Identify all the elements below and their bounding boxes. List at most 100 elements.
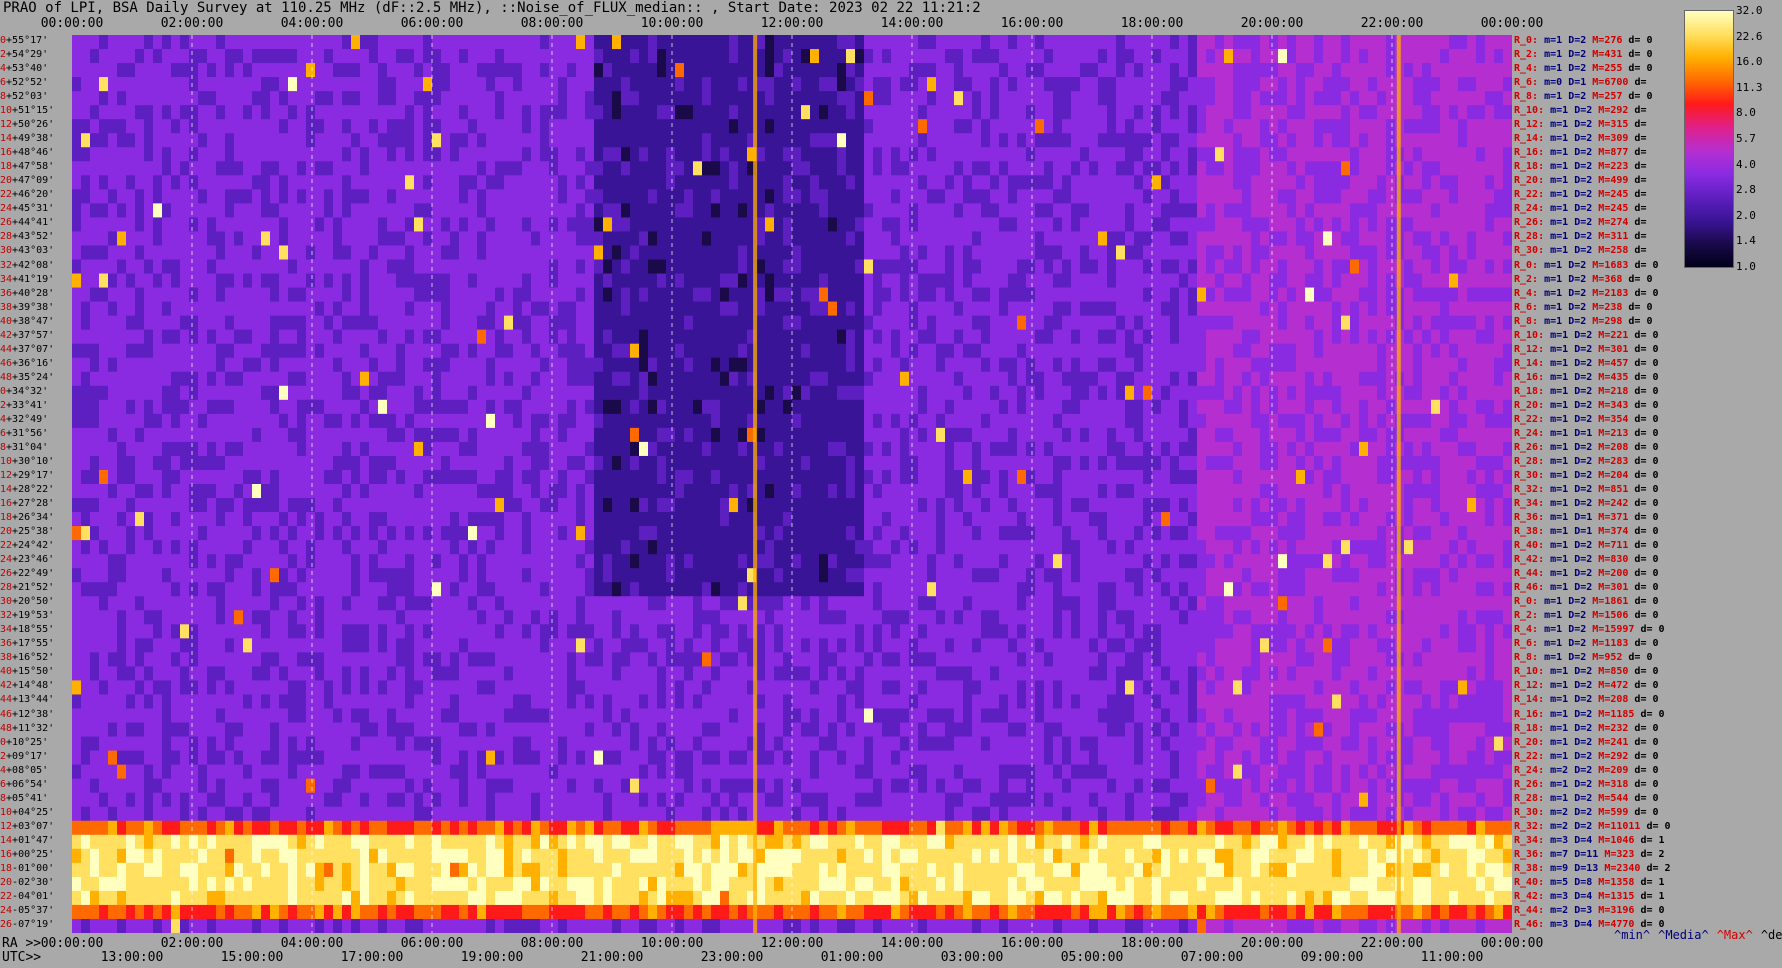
heatmap-cell [1026, 287, 1036, 303]
heatmap-cell [1170, 189, 1180, 204]
heatmap-cell [567, 343, 577, 359]
heatmap-cell [504, 77, 514, 92]
heatmap-cell [1287, 189, 1297, 204]
heatmap-cell [1314, 301, 1324, 317]
heatmap-cell [261, 273, 271, 289]
heatmap-cell [1485, 427, 1495, 443]
heatmap-cell [1260, 273, 1270, 289]
heatmap-cell [117, 217, 127, 232]
heatmap-cell [504, 119, 514, 134]
heatmap-cell [1440, 217, 1450, 232]
heatmap-cell [171, 77, 181, 92]
heatmap-cell [1449, 231, 1459, 246]
heatmap-cell [90, 217, 100, 232]
heatmap-cell [1485, 329, 1495, 345]
heatmap-cell [342, 63, 352, 78]
heatmap-cell [99, 161, 109, 176]
heatmap-cell [1377, 343, 1387, 359]
heatmap-cell [810, 161, 820, 176]
heatmap-cell [351, 231, 361, 246]
heatmap-cell [486, 371, 496, 387]
heatmap-cell [630, 49, 640, 64]
heatmap-cell [891, 133, 901, 148]
heatmap-cell [414, 329, 424, 345]
heatmap-cell [666, 217, 676, 232]
heatmap-cell [1224, 343, 1234, 359]
heatmap-cell [648, 49, 658, 64]
heatmap-cell [594, 343, 604, 359]
heatmap-cell [711, 441, 721, 457]
heatmap-cell [234, 427, 244, 443]
heatmap-cell [441, 399, 451, 415]
heatmap-cell [729, 105, 739, 120]
heatmap-cell [972, 147, 982, 162]
heatmap-cell [513, 427, 523, 443]
heatmap-cell [1314, 357, 1324, 373]
heatmap-cell [477, 371, 487, 387]
heatmap-cell [198, 301, 208, 317]
declination-label: 24+45°31' [0, 203, 55, 215]
heatmap-cell [1503, 91, 1512, 106]
heatmap-cell [918, 189, 928, 204]
heatmap-cell [576, 63, 586, 78]
heatmap-cell [1035, 203, 1045, 218]
heatmap-cell [324, 175, 334, 190]
heatmap-cell [243, 231, 253, 246]
heatmap-cell [1206, 63, 1216, 78]
heatmap-cell [1116, 399, 1126, 415]
heatmap-cell [1035, 217, 1045, 232]
heatmap-cell [396, 217, 406, 232]
heatmap-cell [846, 343, 856, 359]
heatmap-cell [522, 427, 532, 443]
heatmap-cell [567, 441, 577, 457]
heatmap-cell [1170, 343, 1180, 359]
heatmap-cell [90, 329, 100, 345]
heatmap-cell [351, 343, 361, 359]
heatmap-cell [360, 371, 370, 387]
heatmap-cell [927, 49, 937, 64]
heatmap-cell [1467, 231, 1477, 246]
heatmap-cell [1044, 343, 1054, 359]
heatmap-cell [648, 259, 658, 275]
heatmap-cell [846, 427, 856, 443]
heatmap-cell [567, 105, 577, 120]
heatmap-cell [216, 357, 226, 373]
heatmap-cell [1125, 119, 1135, 134]
heatmap-cell [1404, 133, 1414, 148]
heatmap-cell [324, 49, 334, 64]
heatmap-cell [504, 329, 514, 345]
heatmap-cell [1494, 77, 1504, 92]
heatmap-cell [450, 105, 460, 120]
heatmap-cell [801, 315, 811, 331]
heatmap-cell [603, 147, 613, 162]
declination-label: 40+15°50' [0, 666, 55, 678]
heatmap-cell [261, 217, 271, 232]
heatmap-cell [468, 147, 478, 162]
heatmap-cell [1188, 245, 1198, 260]
heatmap-cell [828, 427, 838, 443]
ra-axis-tick-label: 20:00:00 [1240, 936, 1304, 951]
heatmap-cell [1044, 175, 1054, 190]
heatmap-cell [1071, 147, 1081, 162]
heatmap-cell [1116, 133, 1126, 148]
heatmap-cell [198, 63, 208, 78]
heatmap-cell [963, 399, 973, 415]
heatmap-cell [792, 259, 802, 275]
heatmap-cell [1143, 35, 1153, 50]
heatmap-cell [1359, 133, 1369, 148]
heatmap-cell [216, 427, 226, 443]
heatmap-cell [1224, 119, 1234, 134]
heatmap-cell [612, 343, 622, 359]
heatmap-cell [1494, 203, 1504, 218]
heatmap-cell [1125, 287, 1135, 303]
heatmap-cell [630, 161, 640, 176]
heatmap-cell [423, 287, 433, 303]
heatmap-cell [1107, 105, 1117, 120]
heatmap-cell [1359, 189, 1369, 204]
heatmap-cell [1152, 119, 1162, 134]
heatmap-cell [1152, 175, 1162, 190]
heatmap-plot[interactable] [72, 35, 1512, 933]
heatmap-cell [900, 441, 910, 457]
heatmap-cell [135, 329, 145, 345]
heatmap-cell [549, 399, 559, 415]
